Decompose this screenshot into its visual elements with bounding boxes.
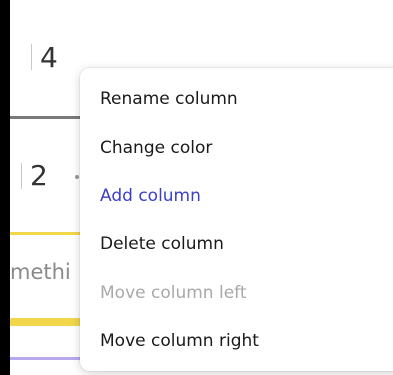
menu-item-add-column[interactable]: Add column — [100, 181, 201, 211]
menu-item-move-column-left: Move column left — [100, 283, 247, 303]
card-color-bar — [10, 318, 80, 326]
column-separator — [31, 44, 32, 70]
window-edge — [0, 0, 10, 375]
column-context-menu: Rename column Change color Add column De… — [80, 68, 393, 371]
menu-item-move-column-right[interactable]: Move column right — [100, 326, 259, 356]
card-title[interactable]: methi — [10, 262, 80, 283]
menu-item-delete-column[interactable]: Delete column — [100, 229, 224, 259]
column-card-count: 4 — [40, 41, 58, 74]
column-color-underline — [10, 357, 80, 360]
menu-item-change-color[interactable]: Change color — [100, 133, 212, 163]
column-color-underline — [10, 232, 80, 235]
column-underline — [10, 116, 80, 119]
menu-item-rename-column[interactable]: Rename column — [100, 84, 238, 114]
more-dot-icon[interactable] — [75, 175, 79, 179]
column-card-count: 2 — [30, 159, 48, 192]
column-separator — [21, 163, 22, 189]
